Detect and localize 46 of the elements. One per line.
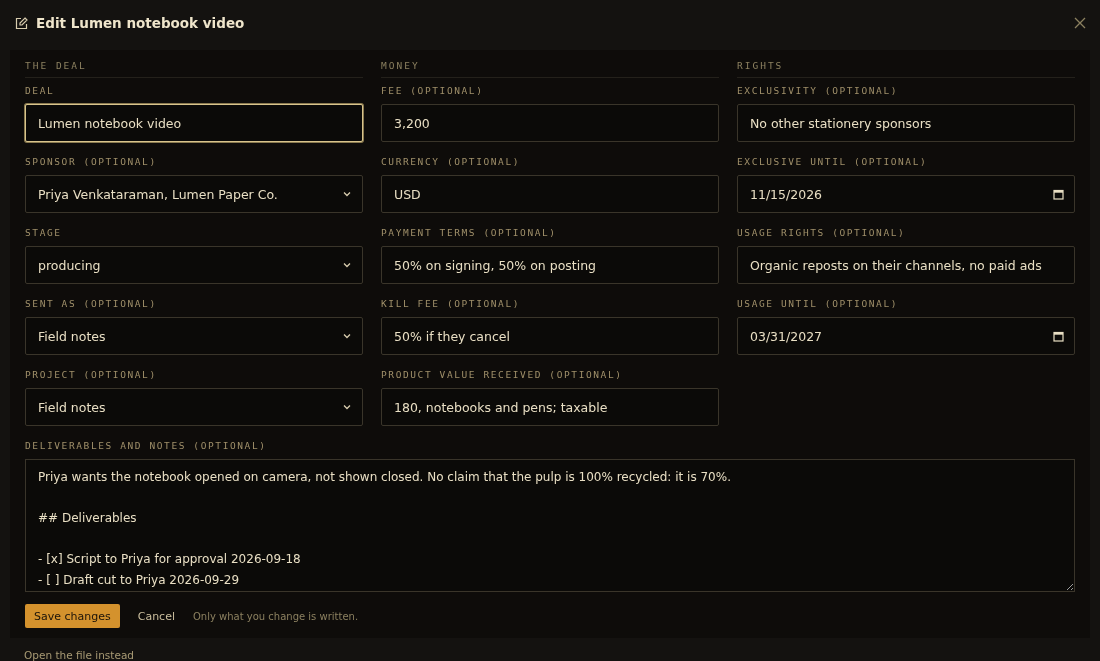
field-label: EXCLUSIVITY (OPTIONAL) <box>737 85 900 97</box>
field-label: STAGE <box>25 227 63 239</box>
field-label: DEAL <box>25 85 56 97</box>
field-label: KILL FEE (OPTIONAL) <box>381 298 522 310</box>
calendar-icon <box>1053 188 1064 200</box>
chevron-down-icon <box>342 189 352 199</box>
select-field[interactable]: Field notes <box>25 317 363 355</box>
input-field[interactable]: 50% on signing, 50% on posting <box>381 246 719 284</box>
select-field[interactable]: producing <box>25 246 363 284</box>
chevron-down-icon <box>342 331 352 341</box>
date-field[interactable]: 11/15/2026 <box>737 175 1075 213</box>
section-heading: RIGHTS <box>737 58 1075 78</box>
input-field[interactable]: Lumen notebook video <box>25 104 363 142</box>
field-label: DELIVERABLES AND NOTES (OPTIONAL) <box>25 440 268 452</box>
field-label: SENT AS (OPTIONAL) <box>25 298 158 310</box>
field-label: USAGE UNTIL (OPTIONAL) <box>737 298 900 310</box>
select-field[interactable]: Priya Venkataraman, Lumen Paper Co. <box>25 175 363 213</box>
field-label: PRODUCT VALUE RECEIVED (OPTIONAL) <box>381 369 624 381</box>
field-label: FEE (OPTIONAL) <box>381 85 485 97</box>
dialog-title: Edit Lumen notebook video <box>36 15 246 31</box>
calendar-icon <box>1053 330 1064 342</box>
section-heading: THE DEAL <box>25 58 363 78</box>
section-heading: MONEY <box>381 58 719 78</box>
field-label: SPONSOR (OPTIONAL) <box>25 156 158 168</box>
input-field[interactable]: USD <box>381 175 719 213</box>
select-field[interactable]: Field notes <box>25 388 363 426</box>
open-file-link[interactable]: Open the file instead <box>24 649 1100 661</box>
edit-icon <box>15 16 28 30</box>
chevron-down-icon <box>342 402 352 412</box>
save-button[interactable]: Save changes <box>25 604 120 628</box>
input-field[interactable]: 180, notebooks and pens; taxable <box>381 388 719 426</box>
input-field[interactable]: 50% if they cancel <box>381 317 719 355</box>
field-label: PAYMENT TERMS (OPTIONAL) <box>381 227 558 239</box>
input-field[interactable]: No other stationery sponsors <box>737 104 1075 142</box>
field-label: CURRENCY (OPTIONAL) <box>381 156 522 168</box>
hint-text: Only what you change is written. <box>193 610 359 622</box>
field-label: PROJECT (OPTIONAL) <box>25 369 158 381</box>
input-field[interactable]: 3,200 <box>381 104 719 142</box>
field-label: USAGE RIGHTS (OPTIONAL) <box>737 227 907 239</box>
notes-textarea[interactable]: Priya wants the notebook opened on camera, not shown closed. No claim that the pulp is 100% recycled: it is 70%. ## Deliverables - [x] Script to Priya for approval 2026-09-18 - [ ] Draft cut to Priya 2026-09-29 <box>25 459 1075 592</box>
chevron-down-icon <box>342 260 352 270</box>
date-field[interactable]: 03/31/2027 <box>737 317 1075 355</box>
input-field[interactable]: Organic reposts on their channels, no paid ads <box>737 246 1075 284</box>
field-label: EXCLUSIVE UNTIL (OPTIONAL) <box>737 156 929 168</box>
cancel-button[interactable]: Cancel <box>137 609 175 623</box>
close-icon[interactable] <box>1074 17 1086 29</box>
